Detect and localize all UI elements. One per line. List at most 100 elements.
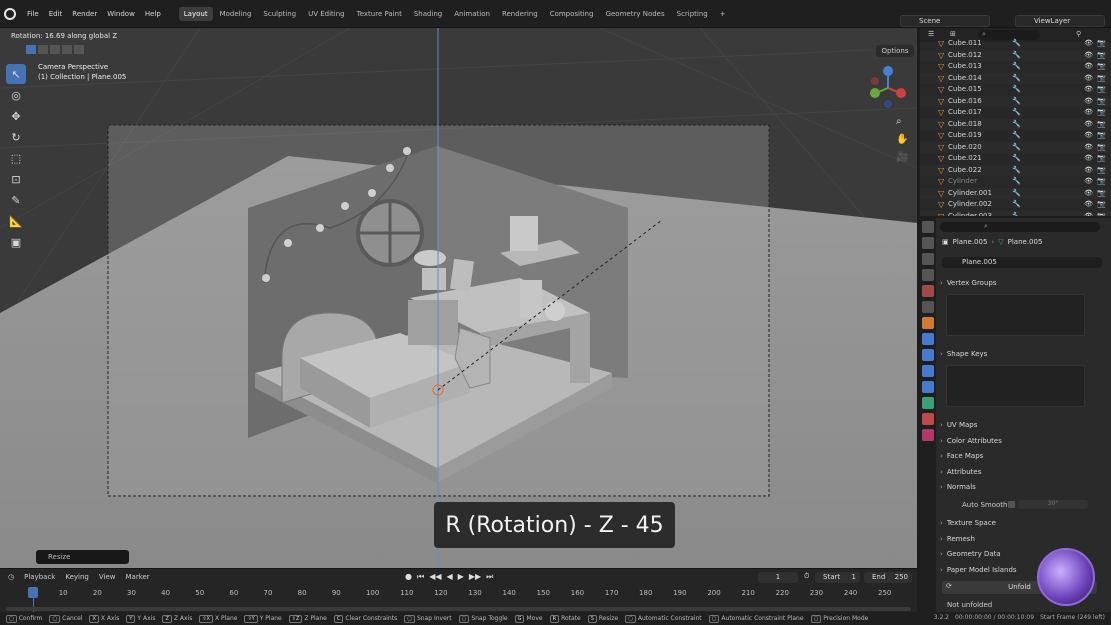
world-tab-icon[interactable]: [922, 301, 934, 313]
modifier-icon[interactable]: 🔧: [1012, 50, 1021, 62]
texture-tab-icon[interactable]: [922, 429, 934, 441]
outliner-row[interactable]: ▽ Cube.015 🔧 👁 📷: [920, 84, 1111, 96]
modifier-icon[interactable]: 🔧: [1012, 188, 1021, 200]
tab-animation[interactable]: Animation: [449, 7, 495, 21]
properties-search-input[interactable]: [940, 222, 1100, 232]
panel-color-attributes[interactable]: Color Attributes: [940, 437, 1002, 445]
panel-geometry-data[interactable]: Geometry Data: [940, 550, 1001, 558]
panel-normals[interactable]: Normals: [940, 483, 976, 491]
view-menu[interactable]: View: [99, 573, 116, 581]
last-operator-panel[interactable]: Resize: [36, 550, 129, 564]
modifier-icon[interactable]: 🔧: [1012, 142, 1021, 154]
visibility-eye-icon[interactable]: 👁: [1084, 107, 1093, 119]
visibility-eye-icon[interactable]: 👁: [1084, 153, 1093, 165]
render-camera-icon[interactable]: 📷: [1097, 73, 1106, 85]
outliner-row[interactable]: ▽ Cube.013 🔧 👁 📷: [920, 61, 1111, 73]
outliner-row[interactable]: ▽ Cube.018 🔧 👁 📷: [920, 118, 1111, 131]
menu-edit[interactable]: Edit: [49, 10, 63, 18]
output-tab-icon[interactable]: [922, 253, 934, 265]
outliner-row[interactable]: ▽ Cylinder.003 🔧 👁 📷: [920, 210, 1111, 217]
outliner-row[interactable]: ▽ Cube.016 🔧 👁 📷: [920, 95, 1111, 108]
outliner-row[interactable]: ▽ Cylinder.002 🔧 👁 📷: [920, 199, 1111, 211]
blender-logo-icon[interactable]: [4, 7, 16, 20]
render-camera-icon[interactable]: 📷: [1097, 119, 1106, 131]
visibility-eye-icon[interactable]: 👁: [1084, 130, 1093, 142]
prev-keyframe-icon[interactable]: ◀◀: [429, 572, 441, 582]
render-camera-icon[interactable]: 📷: [1097, 61, 1106, 73]
render-camera-icon[interactable]: 📷: [1097, 188, 1106, 200]
options-dropdown[interactable]: Options: [876, 45, 914, 57]
modifier-icon[interactable]: 🔧: [1012, 96, 1021, 108]
visibility-eye-icon[interactable]: 👁: [1084, 188, 1093, 200]
editor-type-icon[interactable]: ◷: [8, 573, 14, 581]
modifier-icon[interactable]: 🔧: [1012, 119, 1021, 131]
object-tab-icon[interactable]: [922, 317, 934, 329]
render-camera-icon[interactable]: 📷: [1097, 130, 1106, 142]
modifier-icon[interactable]: 🔧: [1012, 107, 1021, 119]
jump-start-icon[interactable]: ⏮: [417, 572, 424, 582]
select-intersect-icon[interactable]: [74, 45, 84, 54]
tab-layout[interactable]: Layout: [178, 6, 213, 21]
modifier-tab-icon[interactable]: [922, 333, 934, 345]
editor-type-icon[interactable]: ☰: [928, 30, 934, 38]
render-camera-icon[interactable]: 📷: [1097, 165, 1106, 177]
add-cube-tool-icon[interactable]: ▣: [6, 232, 26, 252]
display-mode-icon[interactable]: ⊞: [950, 30, 956, 38]
select-extend-icon[interactable]: [38, 45, 48, 54]
modifier-icon[interactable]: 🔧: [1012, 165, 1021, 177]
render-camera-icon[interactable]: 📷: [1097, 107, 1106, 119]
render-camera-icon[interactable]: 📷: [1097, 153, 1106, 165]
select-box-tool-icon[interactable]: ↖: [6, 64, 26, 84]
modifier-icon[interactable]: 🔧: [1012, 130, 1021, 142]
render-camera-icon[interactable]: 📷: [1097, 50, 1106, 62]
panel-vertex-groups[interactable]: Vertex Groups: [940, 279, 997, 287]
visibility-eye-icon[interactable]: 👁: [1084, 142, 1093, 154]
tab-shading[interactable]: Shading: [409, 7, 447, 21]
panel-paper-model-islands[interactable]: Paper Model Islands: [940, 566, 1017, 574]
render-camera-icon[interactable]: 📷: [1097, 199, 1106, 211]
tab-geometry-nodes[interactable]: Geometry Nodes: [601, 7, 670, 21]
end-frame-field[interactable]: End 250: [864, 572, 912, 583]
visibility-eye-icon[interactable]: 👁: [1084, 165, 1093, 177]
tab-texture-paint[interactable]: Texture Paint: [352, 7, 407, 21]
record-icon[interactable]: ●: [405, 572, 412, 582]
panel-face-maps[interactable]: Face Maps: [940, 452, 983, 460]
scene-tab-icon[interactable]: [922, 285, 934, 297]
visibility-eye-icon[interactable]: 👁: [1084, 96, 1093, 108]
visibility-eye-icon[interactable]: 👁: [1084, 61, 1093, 73]
outliner-row[interactable]: ▽ Cube.014 🔧 👁 📷: [920, 72, 1111, 85]
select-invert-icon[interactable]: [62, 45, 72, 54]
physics-tab-icon[interactable]: [922, 365, 934, 377]
3d-viewport[interactable]: Rotation: 16.69 along global Z Camera Pe…: [0, 28, 917, 568]
menu-render[interactable]: Render: [72, 10, 97, 18]
keying-menu[interactable]: Keying: [65, 573, 89, 581]
timeline-scrollbar[interactable]: [6, 607, 911, 611]
navigation-gizmo[interactable]: [870, 66, 906, 108]
modifier-icon[interactable]: 🔧: [1012, 211, 1021, 217]
stopwatch-icon[interactable]: ⏱: [804, 572, 809, 581]
render-camera-icon[interactable]: 📷: [1097, 142, 1106, 154]
annotate-tool-icon[interactable]: ✎: [6, 190, 26, 210]
visibility-eye-icon[interactable]: 👁: [1084, 176, 1093, 188]
outliner-row[interactable]: ▽ Cube.011 🔧 👁 📷: [920, 38, 1111, 50]
render-tab-icon[interactable]: [922, 237, 934, 249]
tool-tab-icon[interactable]: [922, 221, 934, 233]
menu-window[interactable]: Window: [107, 10, 135, 18]
outliner-row[interactable]: ▽ Cube.020 🔧 👁 📷: [920, 141, 1111, 154]
modifier-icon[interactable]: 🔧: [1012, 153, 1021, 165]
outliner-row[interactable]: ▽ Cube.017 🔧 👁 📷: [920, 107, 1111, 119]
visibility-eye-icon[interactable]: 👁: [1084, 211, 1093, 217]
modifier-icon[interactable]: 🔧: [1012, 61, 1021, 73]
panel-uv-maps[interactable]: UV Maps: [940, 421, 978, 429]
scene-selector[interactable]: Scene: [900, 15, 990, 27]
rotate-tool-icon[interactable]: ↻: [6, 127, 26, 147]
zoom-icon[interactable]: ⌕: [896, 113, 908, 131]
render-camera-icon[interactable]: 📷: [1097, 211, 1106, 217]
select-new-icon[interactable]: [26, 45, 36, 54]
marker-menu[interactable]: Marker: [125, 573, 149, 581]
outliner-row[interactable]: ▽ Cube.019 🔧 👁 📷: [920, 130, 1111, 142]
tab-uv-editing[interactable]: UV Editing: [303, 7, 350, 21]
visibility-eye-icon[interactable]: 👁: [1084, 119, 1093, 131]
vertex-groups-list[interactable]: [946, 294, 1085, 336]
scale-tool-icon[interactable]: ⬚: [6, 148, 26, 168]
